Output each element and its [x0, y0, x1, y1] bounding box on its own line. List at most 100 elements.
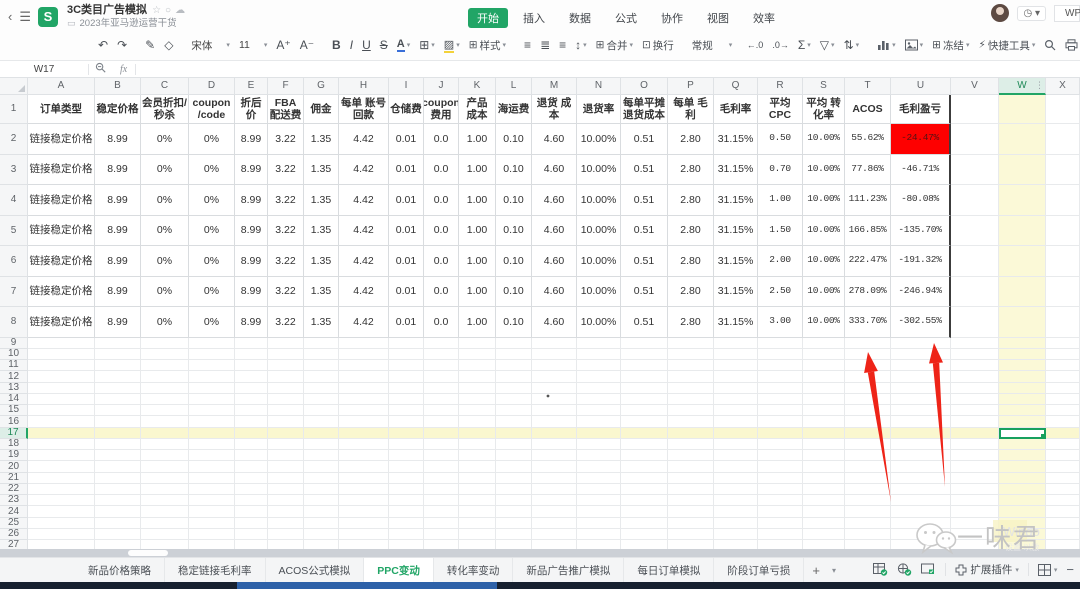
increase-decimal-button[interactable]: ←.0 [747, 40, 764, 50]
cell-G6[interactable]: 1.35 [304, 246, 339, 277]
cell-R14[interactable] [758, 394, 803, 405]
cell-L11[interactable] [496, 360, 532, 371]
cell-W24[interactable] [999, 506, 1046, 517]
cell-B18[interactable] [95, 439, 141, 450]
cell-M2[interactable]: 4.60 [532, 124, 577, 155]
cell-G26[interactable] [304, 529, 339, 540]
cell-V24[interactable] [951, 506, 999, 517]
cell-M23[interactable] [532, 495, 577, 506]
cell-T7[interactable]: 278.09% [845, 277, 891, 308]
cell-P13[interactable] [668, 383, 714, 394]
back-icon[interactable]: ‹ [8, 9, 12, 24]
cell-G23[interactable] [304, 495, 339, 506]
cell-S10[interactable] [803, 349, 845, 360]
col-header-D[interactable]: D [189, 78, 235, 95]
cell-D10[interactable] [189, 349, 235, 360]
cell-Q23[interactable] [714, 495, 758, 506]
freeze-panes-button[interactable]: ⊞冻结▾ [932, 38, 969, 53]
cell-I24[interactable] [389, 506, 424, 517]
cell-F13[interactable] [268, 383, 304, 394]
cell-D20[interactable] [189, 461, 235, 472]
star-icon[interactable]: ☆ [152, 5, 165, 16]
cell-J22[interactable] [424, 484, 459, 495]
cell-F20[interactable] [268, 461, 304, 472]
sheet-tab-ACOS公式模拟[interactable]: ACOS公式模拟 [266, 558, 365, 582]
cell-Q6[interactable]: 31.15% [714, 246, 758, 277]
row-header-3[interactable]: 3 [0, 155, 28, 186]
cell-G11[interactable] [304, 360, 339, 371]
cell-N23[interactable] [577, 495, 621, 506]
cell-O19[interactable] [621, 450, 668, 461]
cell-O23[interactable] [621, 495, 668, 506]
cell-S23[interactable] [803, 495, 845, 506]
cell-X14[interactable] [1046, 394, 1080, 405]
cell-R2[interactable]: 0.50 [758, 124, 803, 155]
cell-C18[interactable] [141, 439, 189, 450]
document-path[interactable]: 2023年亚马逊运营干货 [80, 18, 177, 29]
cell-X2[interactable] [1046, 124, 1080, 155]
cell-P11[interactable] [668, 360, 714, 371]
cell-R15[interactable] [758, 405, 803, 416]
cell-J27[interactable] [424, 540, 459, 549]
cell-K17[interactable] [459, 428, 496, 439]
cell-O15[interactable] [621, 405, 668, 416]
cell-W25[interactable] [999, 518, 1046, 529]
cell-B5[interactable]: 8.99 [95, 216, 141, 247]
cell-W14[interactable] [999, 394, 1046, 405]
cell-T18[interactable] [845, 439, 891, 450]
cell-I19[interactable] [389, 450, 424, 461]
cell-V8[interactable] [951, 307, 999, 338]
cell-N22[interactable] [577, 484, 621, 495]
cell-N14[interactable] [577, 394, 621, 405]
cell-W1[interactable] [999, 95, 1046, 124]
cell-T5[interactable]: 166.85% [845, 216, 891, 247]
cell-O4[interactable]: 0.51 [621, 185, 668, 216]
add-sheet-button[interactable]: + [804, 558, 828, 582]
cell-N24[interactable] [577, 506, 621, 517]
cell-Q22[interactable] [714, 484, 758, 495]
cell-W18[interactable] [999, 439, 1046, 450]
menu-tab-开始[interactable]: 开始 [468, 8, 508, 28]
cell-N10[interactable] [577, 349, 621, 360]
cell-U17[interactable] [891, 428, 951, 439]
cell-F18[interactable] [268, 439, 304, 450]
cell-A18[interactable] [28, 439, 95, 450]
cell-K23[interactable] [459, 495, 496, 506]
col-header-C[interactable]: C [141, 78, 189, 95]
col-header-E[interactable]: E [235, 78, 268, 95]
cell-F25[interactable] [268, 518, 304, 529]
cell-O14[interactable] [621, 394, 668, 405]
cell-S3[interactable]: 10.00% [803, 155, 845, 186]
cell-L20[interactable] [496, 461, 532, 472]
cell-K12[interactable] [459, 371, 496, 382]
row-header-23[interactable]: 23 [0, 495, 28, 506]
cell-I27[interactable] [389, 540, 424, 549]
cell-Q17[interactable] [714, 428, 758, 439]
cell-C26[interactable] [141, 529, 189, 540]
cell-C23[interactable] [141, 495, 189, 506]
cell-F27[interactable] [268, 540, 304, 549]
sheet-tab-PPC变动[interactable]: PPC变动 [364, 558, 434, 582]
cell-F5[interactable]: 3.22 [268, 216, 304, 247]
cell-I23[interactable] [389, 495, 424, 506]
cell-H22[interactable] [339, 484, 389, 495]
cell-S13[interactable] [803, 383, 845, 394]
cell-E7[interactable]: 8.99 [235, 277, 268, 308]
cell-K2[interactable]: 1.00 [459, 124, 496, 155]
cell-O27[interactable] [621, 540, 668, 549]
cell-D8[interactable]: 0% [189, 307, 235, 338]
cell-J25[interactable] [424, 518, 459, 529]
cell-P20[interactable] [668, 461, 714, 472]
cell-B7[interactable]: 8.99 [95, 277, 141, 308]
sheet-status-icon[interactable] [873, 563, 888, 576]
cell-C20[interactable] [141, 461, 189, 472]
cell-M11[interactable] [532, 360, 577, 371]
cell-J20[interactable] [424, 461, 459, 472]
row-header-12[interactable]: 12 [0, 371, 28, 382]
cell-G20[interactable] [304, 461, 339, 472]
cell-U6[interactable]: -191.32% [891, 246, 951, 277]
cell-Q27[interactable] [714, 540, 758, 549]
cell-N9[interactable] [577, 338, 621, 349]
cell-V5[interactable] [951, 216, 999, 247]
cell-X27[interactable] [1046, 540, 1080, 549]
